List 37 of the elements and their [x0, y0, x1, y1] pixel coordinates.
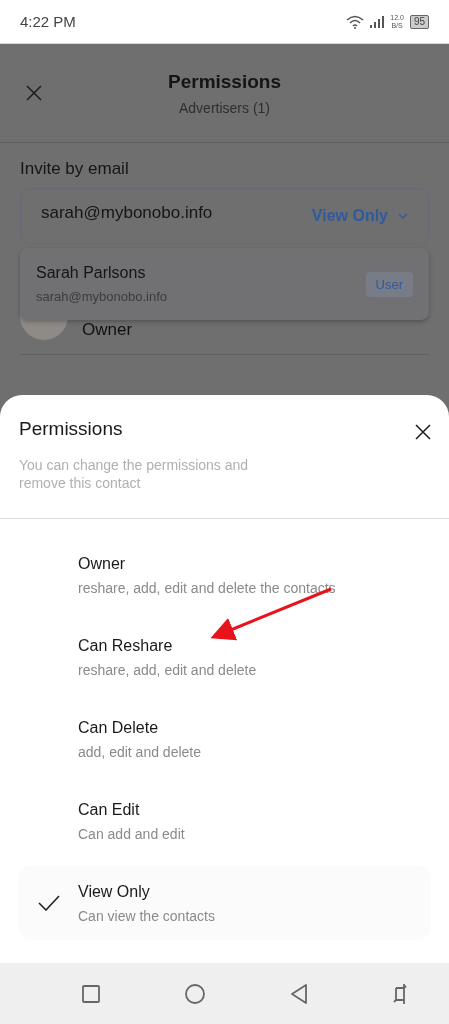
home-icon[interactable] [185, 983, 206, 1004]
option-title: Can Edit [78, 800, 141, 819]
chevron-down-icon [398, 213, 408, 219]
permission-option[interactable]: Can Edit Can add and edit [18, 780, 431, 862]
option-description: reshare, add, edit and delete the contacts [78, 579, 336, 596]
option-title: Can Delete [78, 718, 160, 737]
option-title: Can Reshare [78, 636, 174, 655]
option-description: add, edit and delete [78, 743, 201, 760]
close-icon[interactable] [415, 424, 431, 440]
option-title: Owner [78, 554, 127, 573]
signal-icon [370, 15, 385, 28]
user-badge: User [365, 271, 413, 297]
permission-option[interactable]: Owner reshare, add, edit and delete the contacts [18, 534, 431, 616]
square-icon[interactable] [82, 984, 101, 1003]
suggestion-item[interactable]: Sarah Parlsons sarah@mybonobo.info User [20, 248, 429, 320]
sheet-title: Permissions [19, 418, 124, 440]
page-subtitle: Advertisers (1) [178, 99, 271, 116]
page-title: Permissions [167, 70, 282, 93]
email-input-field[interactable]: sarah@mybonobo.info View Only [20, 188, 429, 244]
permission-option[interactable]: Can Delete add, edit and delete [18, 698, 431, 780]
permission-option[interactable]: Can Reshare reshare, add, edit and delete [18, 616, 431, 698]
battery-level: 95 [409, 14, 429, 29]
status-time: 4:22 PM [20, 13, 76, 30]
member-role: Owner [82, 320, 133, 340]
option-description: reshare, add, edit and delete [78, 661, 257, 678]
permission-option[interactable]: View Only Can view the contacts [18, 866, 431, 940]
option-title: View Only [78, 882, 151, 901]
option-description: Can view the contacts [78, 907, 215, 924]
back-icon[interactable] [289, 983, 308, 1004]
check-icon [38, 895, 60, 911]
field-label: Invite by email [20, 159, 130, 179]
option-description: Can add and edit [78, 825, 185, 842]
rotate-icon[interactable] [392, 982, 407, 1005]
wifi-icon [346, 14, 365, 29]
sheet-description: You can change the permissions and remove this contact [19, 456, 250, 492]
contact-name: Sarah Parlsons [36, 264, 147, 282]
contact-email: sarah@mybonobo.info [36, 289, 167, 304]
